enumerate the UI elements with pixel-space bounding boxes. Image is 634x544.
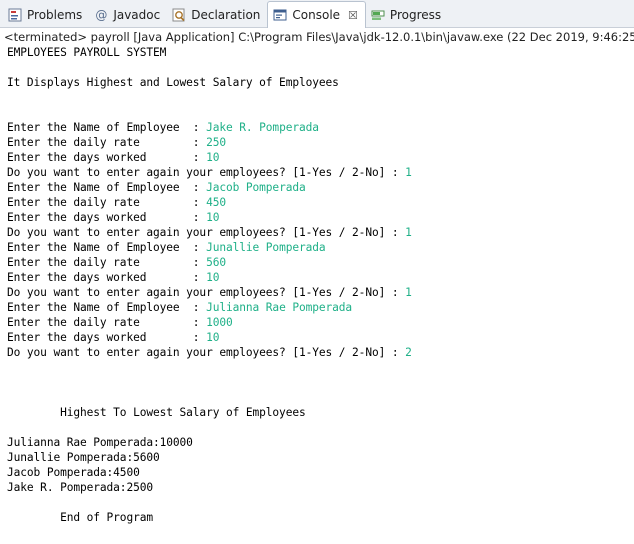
console-user-input: 560 xyxy=(206,256,226,269)
console-line: Enter the days worked : 10 xyxy=(7,330,634,345)
console-output-text: Do you want to enter again your employee… xyxy=(7,166,406,179)
console-line: End of Program xyxy=(7,510,634,525)
console-output-text: Enter the Name of Employee : xyxy=(7,121,207,134)
console-user-input: 10 xyxy=(206,271,220,284)
console-line: Enter the Name of Employee : Julianna Ra… xyxy=(7,300,634,315)
console-user-input: Jacob Pomperada xyxy=(206,181,306,194)
console-user-input: 250 xyxy=(206,136,226,149)
console-line: Do you want to enter again your employee… xyxy=(7,225,634,240)
console-user-input: 2 xyxy=(405,346,412,359)
view-tab-bar: Problems @ Javadoc Declaration Console ☒… xyxy=(0,0,634,28)
tab-label: Problems xyxy=(27,8,83,22)
tab-label: Declaration xyxy=(191,8,261,22)
console-output-text: Jake R. Pomperada:2500 xyxy=(7,481,153,494)
console-line: Enter the days worked : 10 xyxy=(7,210,634,225)
console-user-input: 10 xyxy=(206,151,220,164)
console-output-text: Do you want to enter again your employee… xyxy=(7,226,406,239)
console-line: Enter the days worked : 10 xyxy=(7,270,634,285)
console-output-text: End of Program xyxy=(7,511,153,524)
console-line: Highest To Lowest Salary of Employees xyxy=(7,405,634,420)
console-line: Jacob Pomperada:4500 xyxy=(7,465,634,480)
console-line: Jake R. Pomperada:2500 xyxy=(7,480,634,495)
console-line: Julianna Rae Pomperada:10000 xyxy=(7,435,634,450)
console-output-text: Julianna Rae Pomperada:10000 xyxy=(7,436,193,449)
close-icon[interactable]: ☒ xyxy=(348,9,358,22)
tab-javadoc[interactable]: @ Javadoc xyxy=(89,3,167,27)
console-line: It Displays Highest and Lowest Salary of… xyxy=(7,75,634,90)
tab-progress[interactable]: Progress xyxy=(366,3,448,27)
tab-label: Progress xyxy=(389,8,442,22)
console-user-input: Jake R. Pomperada xyxy=(206,121,319,134)
console-output-text: Junallie Pomperada:5600 xyxy=(7,451,160,464)
tab-label: Javadoc xyxy=(113,8,161,22)
console-output-text: Enter the daily rate : xyxy=(7,256,207,269)
console-output-text: Enter the daily rate : xyxy=(7,196,207,209)
console-line: Do you want to enter again your employee… xyxy=(7,345,634,360)
console-line: EMPLOYEES PAYROLL SYSTEM xyxy=(7,45,634,60)
tab-label: Console xyxy=(292,8,341,22)
console-line: Enter the Name of Employee : Junallie Po… xyxy=(7,240,634,255)
console-line: Enter the Name of Employee : Jacob Pompe… xyxy=(7,180,634,195)
console-user-input: 450 xyxy=(206,196,226,209)
tab-console[interactable]: Console ☒ xyxy=(267,1,366,28)
console-output-text: Enter the daily rate : xyxy=(7,316,207,329)
console-line: Junallie Pomperada:5600 xyxy=(7,450,634,465)
console-output-text: Highest To Lowest Salary of Employees xyxy=(7,406,306,419)
console-user-input: 1 xyxy=(405,226,412,239)
console-output-text: Enter the days worked : xyxy=(7,331,207,344)
console-user-input: 1 xyxy=(405,286,412,299)
console-output-text: Enter the days worked : xyxy=(7,151,207,164)
console-output-text: Do you want to enter again your employee… xyxy=(7,286,406,299)
console-icon xyxy=(272,7,288,23)
console-output-text: Enter the daily rate : xyxy=(7,136,207,149)
console-line: Enter the days worked : 10 xyxy=(7,150,634,165)
console-line: Enter the daily rate : 250 xyxy=(7,135,634,150)
console-output-text: Do you want to enter again your employee… xyxy=(7,346,406,359)
console-output-text: Enter the Name of Employee : xyxy=(7,241,207,254)
console-output-text: It Displays Highest and Lowest Salary of… xyxy=(7,76,339,89)
console-line: Enter the Name of Employee : Jake R. Pom… xyxy=(7,120,634,135)
console-user-input: Julianna Rae Pomperada xyxy=(206,301,353,314)
console-output-text: Enter the days worked : xyxy=(7,271,207,284)
console-status-line: <terminated> payroll [Java Application] … xyxy=(4,30,634,44)
console-line: Enter the daily rate : 560 xyxy=(7,255,634,270)
tab-problems[interactable]: Problems xyxy=(3,3,89,27)
console-line: Enter the daily rate : 1000 xyxy=(7,315,634,330)
console-line: Enter the daily rate : 450 xyxy=(7,195,634,210)
console-output[interactable]: EMPLOYEES PAYROLL SYSTEM It Displays High… xyxy=(0,45,634,525)
console-user-input: 10 xyxy=(206,331,220,344)
javadoc-icon: @ xyxy=(95,8,108,22)
console-output-text: Jacob Pomperada:4500 xyxy=(7,466,140,479)
tab-declaration[interactable]: Declaration xyxy=(167,3,267,27)
console-line: Do you want to enter again your employee… xyxy=(7,285,634,300)
console-user-input: Junallie Pomperada xyxy=(206,241,326,254)
console-user-input: 1000 xyxy=(206,316,233,329)
console-output-text: EMPLOYEES PAYROLL SYSTEM xyxy=(7,46,167,59)
problems-icon xyxy=(7,7,23,23)
console-line: Do you want to enter again your employee… xyxy=(7,165,634,180)
console-user-input: 10 xyxy=(206,211,220,224)
console-output-text: Enter the Name of Employee : xyxy=(7,301,207,314)
console-output-text: Enter the Name of Employee : xyxy=(7,181,207,194)
progress-icon xyxy=(370,7,386,23)
console-user-input: 1 xyxy=(405,166,412,179)
declaration-icon xyxy=(171,7,187,23)
console-output-text: Enter the days worked : xyxy=(7,211,207,224)
